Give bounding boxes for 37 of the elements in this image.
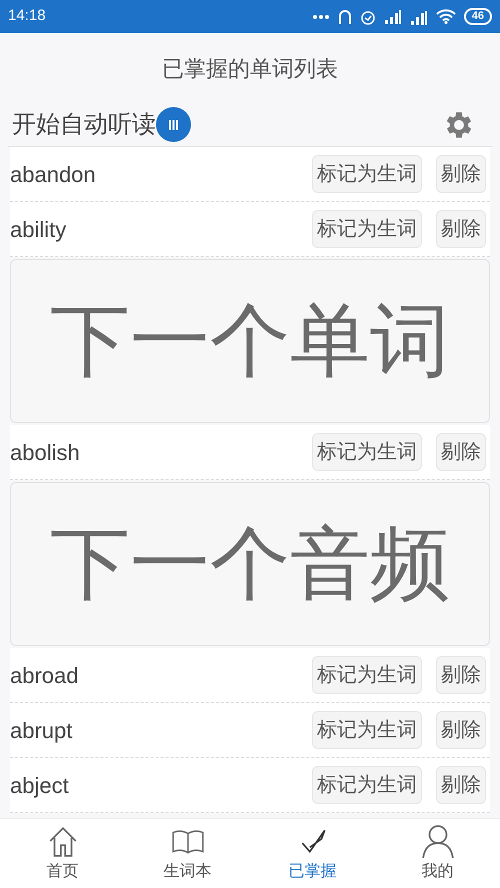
next-button[interactable]: 下一个音频 — [10, 482, 490, 646]
word-text: abandon — [10, 160, 96, 188]
remove-button[interactable]: 剔除 — [436, 766, 486, 804]
tab[interactable]: 首页 — [0, 819, 125, 888]
remove-button[interactable]: 剔除 — [436, 155, 486, 193]
clock-time: 14:18 — [8, 6, 46, 26]
page-title: 已掌握的单词列表 — [162, 54, 338, 82]
auto-read-label: 开始自动听读 — [12, 110, 156, 140]
tab[interactable]: 已掌握 — [250, 819, 375, 888]
word-text: abroad — [10, 662, 79, 690]
mark-new-word-button[interactable]: 标记为生词 — [312, 210, 422, 248]
mark-new-word-button[interactable]: 标记为生词 — [312, 711, 422, 749]
pause-button[interactable] — [156, 107, 191, 142]
mark-new-word-button[interactable]: 标记为生词 — [312, 656, 422, 694]
tab[interactable]: 生词本 — [125, 819, 250, 888]
wifi-icon — [436, 9, 456, 24]
remove-button[interactable]: 剔除 — [436, 210, 486, 248]
mark-new-word-button[interactable]: 标记为生词 — [312, 766, 422, 804]
word-text: abject — [10, 772, 69, 800]
person-icon — [420, 824, 454, 858]
signal-icon — [384, 10, 402, 24]
battery-indicator: 46 — [464, 8, 492, 25]
remove-button[interactable]: 剔除 — [436, 433, 486, 471]
signal-icon — [410, 8, 428, 24]
tab[interactable]: 我的 — [375, 819, 500, 888]
word-text: abolish — [10, 438, 80, 466]
remove-button[interactable]: 剔除 — [436, 711, 486, 749]
headphones-icon — [338, 8, 352, 24]
word-text: abrupt — [10, 716, 72, 745]
next-button[interactable]: 下一个单词 — [10, 259, 490, 423]
mark-new-word-button[interactable]: 标记为生词 — [312, 433, 422, 471]
remove-button[interactable]: 剔除 — [436, 656, 486, 694]
word-text: ability — [10, 216, 66, 244]
mark-new-word-button[interactable]: 标记为生词 — [312, 155, 422, 193]
pause-icon — [169, 120, 178, 130]
alarm-icon — [360, 8, 376, 24]
more-dots-icon — [312, 14, 330, 20]
